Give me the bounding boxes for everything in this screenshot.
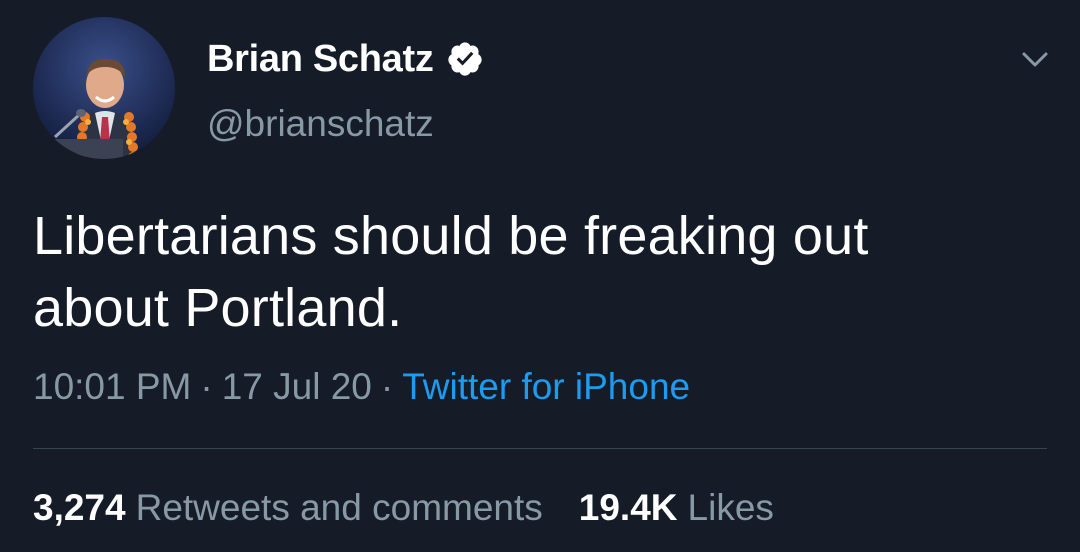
author-handle[interactable]: @brianschatz <box>207 103 434 145</box>
retweets-count: 3,274 <box>33 487 126 528</box>
display-name[interactable]: Brian Schatz <box>207 38 434 81</box>
retweets-stat[interactable]: 3,274 Retweets and comments <box>33 487 543 528</box>
meta-separator: · <box>380 366 394 407</box>
divider <box>33 448 1047 449</box>
tweet-stats: 3,274 Retweets and comments 19.4K Likes <box>33 487 774 529</box>
tweet-text-line: Libertarians should be freaking out <box>33 206 869 266</box>
tweet-date[interactable]: 17 Jul 20 <box>222 366 372 407</box>
tweet-text: Libertarians should be freaking out abou… <box>33 200 1043 344</box>
verified-badge-icon <box>446 40 484 78</box>
likes-label: Likes <box>687 487 774 528</box>
tweet-time[interactable]: 10:01 PM <box>33 366 191 407</box>
tweet-card: Brian Schatz @brianschatz Libertarians s… <box>0 0 1080 552</box>
author-name-row: Brian Schatz <box>207 36 484 82</box>
avatar-photo <box>33 17 175 159</box>
tweet-text-line: about Portland. <box>33 278 403 338</box>
tweet-meta: 10:01 PM · 17 Jul 20 · Twitter for iPhone <box>33 366 690 408</box>
avatar[interactable] <box>33 17 175 159</box>
chevron-down-icon[interactable] <box>1020 46 1050 72</box>
retweets-label: Retweets and comments <box>135 487 543 528</box>
likes-stat[interactable]: 19.4K Likes <box>579 487 774 528</box>
tweet-source-link[interactable]: Twitter for iPhone <box>402 366 690 407</box>
meta-separator: · <box>200 366 213 407</box>
likes-count: 19.4K <box>578 487 678 528</box>
